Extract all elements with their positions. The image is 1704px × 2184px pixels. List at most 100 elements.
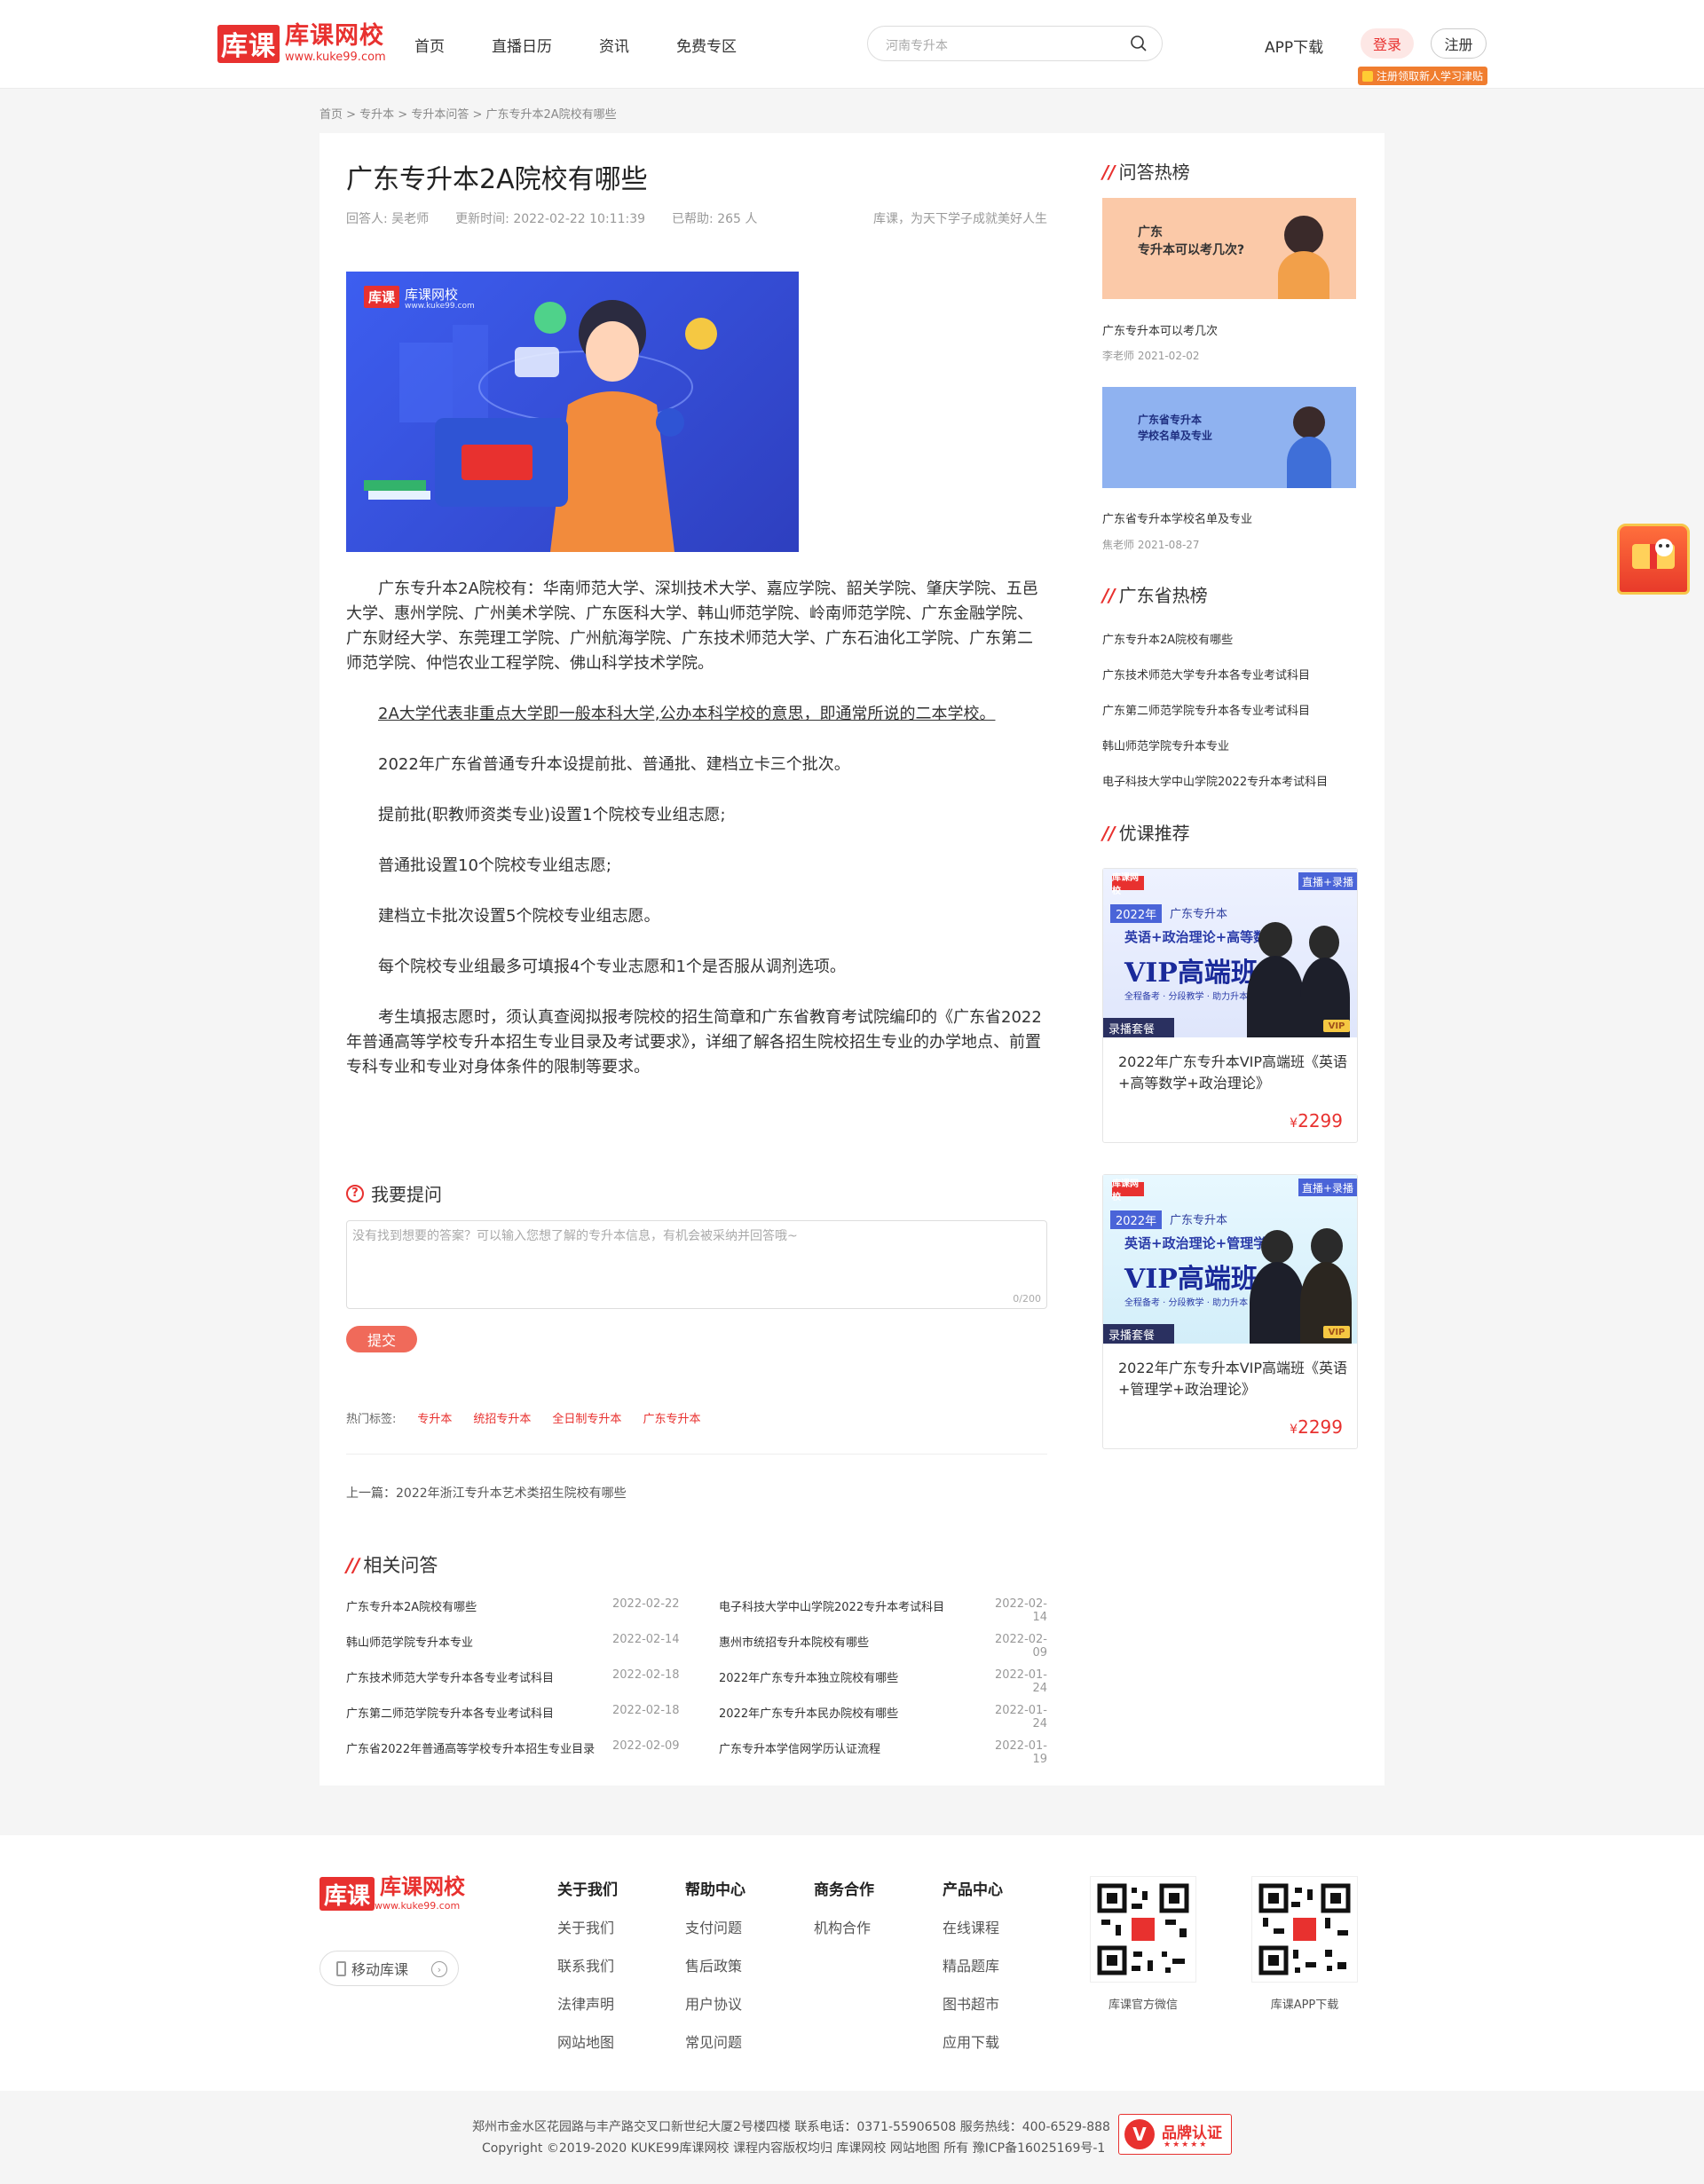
hot-item-title[interactable]: 广东省专升本学校名单及专业	[1102, 509, 1252, 526]
register-button[interactable]: 注册	[1431, 28, 1487, 59]
teacher-photo	[1250, 1262, 1305, 1344]
related-question[interactable]: 2022年广东专升本民办院校有哪些	[719, 1704, 985, 1739]
course-logo: 库课网校	[1112, 1179, 1144, 1202]
new-user-promo[interactable]: 注册领取新人学习津贴	[1358, 67, 1487, 85]
related-item[interactable]: 2022年广东专升本独立院校有哪些 2022-01-24	[719, 1668, 1047, 1704]
search-input[interactable]: 河南专升本	[867, 26, 1163, 61]
hot-banner[interactable]: 广东省专升本 学校名单及专业	[1102, 387, 1356, 488]
province-hot-item[interactable]: 广东技术师范大学专升本各专业考试科目	[1102, 666, 1310, 682]
vip-badge: VIP	[1323, 1326, 1350, 1338]
course-card[interactable]: 库课网校 直播+录播 2022年 广东专升本 英语+政治理论+高等数学 VIP高…	[1102, 868, 1358, 1143]
footer-link[interactable]: 机构合作	[814, 1916, 874, 1937]
course-title[interactable]: 2022年广东专升本VIP高端班《英语+管理学+政治理论》	[1118, 1358, 1349, 1400]
related-question[interactable]: 广东第二师范学院专升本各专业考试科目	[346, 1704, 612, 1739]
question-placeholder: 没有找到想要的答案？可以输入您想了解的专升本信息，有机会被采纳并回答哦~	[352, 1229, 798, 1243]
teacher-photo	[1309, 926, 1339, 959]
related-question[interactable]: 韩山师范学院专升本专业	[346, 1633, 612, 1668]
related-item[interactable]: 广东专升本学信网学历认证流程 2022-01-19	[719, 1739, 1047, 1775]
contact-line: 郑州市金水区花园路与丰产路交叉口新世纪大厦2号楼四楼 联系电话：0371-559…	[472, 2120, 1110, 2134]
footer-link[interactable]: 关于我们	[557, 1916, 618, 1937]
footer-link[interactable]: 常见问题	[685, 2030, 746, 2052]
related-item[interactable]: 广东专升本2A院校有哪些 2022-02-22	[346, 1597, 719, 1633]
related-item[interactable]: 电子科技大学中山学院2022专升本考试科目 2022-02-14	[719, 1597, 1047, 1633]
teacher-body	[1287, 437, 1331, 488]
footer-link[interactable]: 应用下载	[943, 2030, 1003, 2052]
course-badge: 直播+录播	[1298, 1179, 1357, 1196]
logo-mark: 库课	[217, 24, 280, 63]
footer-link[interactable]: 售后政策	[685, 1954, 746, 1975]
related-question[interactable]: 广东省2022年普通高等学校专升本招生专业目录	[346, 1739, 612, 1775]
related-question[interactable]: 广东专升本2A院校有哪些	[346, 1597, 612, 1633]
nav-item-live-calendar[interactable]: 直播日历	[492, 34, 552, 56]
related-item[interactable]: 广东第二师范学院专升本各专业考试科目 2022-02-18	[346, 1704, 719, 1739]
related-question[interactable]: 广东专升本学信网学历认证流程	[719, 1739, 985, 1775]
login-button[interactable]: 登录	[1361, 28, 1414, 59]
footer-link[interactable]: 法律声明	[557, 1992, 618, 2014]
breadcrumb[interactable]: 首页 > 专升本 > 专升本问答 > 广东专升本2A院校有哪些	[320, 105, 617, 122]
related-date: 2022-02-09	[994, 1633, 1047, 1660]
footer-link[interactable]: 精品题库	[943, 1954, 1003, 1975]
hot-item-meta: 焦老师 2021-08-27	[1102, 539, 1200, 551]
article-paragraph: 提前批(职教师资类专业)设置1个院校专业组志愿;	[378, 806, 726, 824]
page-title: 广东专升本2A院校有哪些	[346, 164, 648, 195]
nav-item-home[interactable]: 首页	[414, 34, 445, 56]
related-item[interactable]: 广东技术师范大学专升本各专业考试科目 2022-02-18	[346, 1668, 719, 1704]
hot-banner[interactable]: 广东 专升本可以考几次?	[1102, 198, 1356, 299]
app-download-link[interactable]: APP下载	[1265, 35, 1323, 57]
helped-count: 已帮助: 265 人	[672, 212, 758, 226]
province-hot-item[interactable]: 广东第二师范学院专升本各专业考试科目	[1102, 701, 1310, 718]
related-item[interactable]: 2022年广东专升本民办院校有哪些 2022-01-24	[719, 1704, 1047, 1739]
nav-item-free[interactable]: 免费专区	[676, 34, 737, 56]
related-row: 广东省2022年普通高等学校专升本招生专业目录 2022-02-09 广东专升本学…	[346, 1739, 1047, 1775]
related-question[interactable]: 2022年广东专升本独立院校有哪些	[719, 1668, 985, 1704]
logo-url: www.kuke99.com	[285, 51, 386, 64]
related-item[interactable]: 广东省2022年普通高等学校专升本招生专业目录 2022-02-09	[346, 1739, 719, 1775]
hot-tags: 热门标签: 专升本 统招专升本 全日制专升本 广东专升本	[346, 1409, 700, 1426]
prev-article-link[interactable]: 上一篇：2022年浙江专升本艺术类招生院校有哪些	[346, 1484, 627, 1502]
site-logo[interactable]: 库课 库课网校 www.kuke99.com	[217, 24, 386, 63]
tag-link[interactable]: 全日制专升本	[552, 1409, 621, 1426]
related-question[interactable]: 惠州市统招专升本院校有哪些	[719, 1633, 985, 1668]
tag-link[interactable]: 统招专升本	[473, 1409, 531, 1426]
currency-symbol: ¥	[1290, 1116, 1298, 1131]
vip-badge: VIP	[1323, 1020, 1350, 1032]
question-icon: ?	[346, 1184, 364, 1202]
brand-cert-label: 品牌认证	[1162, 2125, 1222, 2142]
related-title-text: 相关问答	[363, 1555, 438, 1576]
tag-link[interactable]: 广东专升本	[643, 1409, 700, 1426]
footer-link[interactable]: 在线课程	[943, 1916, 1003, 1937]
related-item[interactable]: 韩山师范学院专升本专业 2022-02-14	[346, 1633, 719, 1668]
brand-certification-badge[interactable]: V 品牌认证 ★★★★★	[1118, 2114, 1232, 2155]
mobile-kuke-button[interactable]: 移动库课 ›	[320, 1951, 459, 1986]
footer-link[interactable]: 网站地图	[557, 2030, 618, 2052]
footer-logo[interactable]: 库课 库课网校 www.kuke99.com	[320, 1876, 465, 1912]
hot-item-title[interactable]: 广东专升本可以考几次	[1102, 321, 1218, 338]
qr-caption: 库课官方微信	[1108, 1999, 1178, 2012]
footer-link[interactable]: 联系我们	[557, 1954, 618, 1975]
footer-link[interactable]: 支付问题	[685, 1916, 746, 1937]
teacher-photo	[1311, 1228, 1343, 1264]
hot-tags-label: 热门标签:	[346, 1413, 397, 1426]
footer-link[interactable]: 图书超市	[943, 1992, 1003, 2014]
search-placeholder: 河南专升本	[886, 39, 948, 53]
course-card[interactable]: 库课网校 直播+录播 2022年 广东专升本 英语+政治理论+管理学 VIP高端…	[1102, 1174, 1358, 1449]
province-hot-item[interactable]: 电子科技大学中山学院2022专升本考试科目	[1102, 772, 1328, 789]
submit-button[interactable]: 提交	[346, 1326, 417, 1352]
nav-item-news[interactable]: 资讯	[599, 34, 629, 56]
course-title[interactable]: 2022年广东专升本VIP高端班《英语+高等数学+政治理论》	[1118, 1052, 1349, 1094]
search-icon[interactable]	[1130, 35, 1148, 52]
related-question[interactable]: 广东技术师范大学专升本各专业考试科目	[346, 1668, 612, 1704]
tag-link[interactable]: 专升本	[417, 1409, 452, 1426]
province-hot-title-text: 广东省热榜	[1118, 585, 1208, 606]
related-item[interactable]: 惠州市统招专升本院校有哪些 2022-02-09	[719, 1633, 1047, 1668]
course-type: 录播套餐	[1103, 1324, 1174, 1344]
province-hot-item[interactable]: 韩山师范学院专升本专业	[1102, 737, 1229, 753]
province-hot-item[interactable]: 广东专升本2A院校有哪些	[1102, 630, 1233, 647]
footer-link[interactable]: 用户协议	[685, 1992, 746, 2014]
related-date: 2022-02-14	[612, 1633, 680, 1646]
related-question[interactable]: 电子科技大学中山学院2022专升本考试科目	[719, 1597, 985, 1633]
floating-gift-widget[interactable]	[1617, 524, 1690, 595]
article-paragraph: 2022年广东省普通专升本设提前批、普通批、建档立卡三个批次。	[378, 755, 850, 774]
promo-text: 注册领取新人学习津贴	[1377, 70, 1484, 83]
question-textarea[interactable]: 没有找到想要的答案？可以输入您想了解的专升本信息，有机会被采纳并回答哦~ 0/2…	[346, 1220, 1047, 1309]
